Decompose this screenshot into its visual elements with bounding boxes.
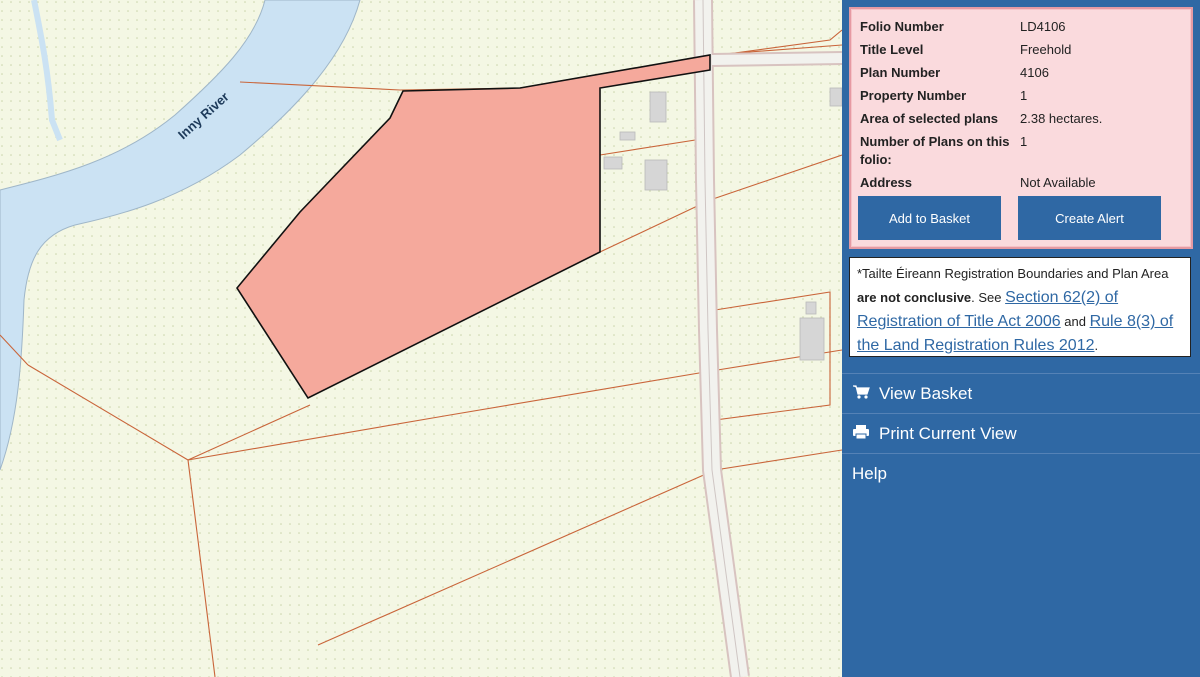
- disclaimer-text-4: .: [1094, 338, 1099, 353]
- disclaimer-bold: are not conclusive: [857, 290, 972, 305]
- folio-info-value: 2.38 hectares.: [1020, 111, 1103, 126]
- folio-info-table: Folio Number LD4106 Title Level Freehold Pla…: [860, 18, 1190, 197]
- folio-info-key: Folio Number: [860, 19, 944, 34]
- folio-info-value: Not Available: [1020, 175, 1096, 190]
- folio-info-row: Folio Number LD4106: [860, 18, 1190, 41]
- folio-info-key: Property Number: [860, 88, 967, 103]
- folio-info-box: Folio Number LD4106 Title Level Freehold Pla…: [849, 7, 1193, 249]
- folio-info-row: Number of Plans on this folio: 1: [860, 133, 1190, 174]
- folio-info-key: Number of Plans on this folio:: [860, 134, 1010, 167]
- folio-info-row: Title Level Freehold: [860, 41, 1190, 64]
- side-panel: Folio Number LD4106 Title Level Freehold Pla…: [842, 0, 1200, 677]
- folio-info-value: 1: [1020, 88, 1028, 103]
- printer-icon: [852, 424, 874, 445]
- view-basket-menu-item[interactable]: View Basket: [842, 373, 1200, 414]
- disclaimer-text: *Tailte Éireann Registration Boundaries …: [857, 266, 1169, 281]
- disclaimer-text-2: . See: [971, 290, 1006, 305]
- folio-info-value: LD4106: [1020, 19, 1066, 34]
- disclaimer-box: *Tailte Éireann Registration Boundaries …: [849, 257, 1191, 357]
- help-menu-item[interactable]: Help: [842, 453, 1200, 494]
- create-alert-button[interactable]: Create Alert: [1018, 196, 1161, 240]
- help-label: Help: [852, 464, 887, 483]
- add-to-basket-button[interactable]: Add to Basket: [858, 196, 1001, 240]
- print-current-view-label: Print Current View: [879, 424, 1017, 443]
- folio-info-row: Area of selected plans 2.38 hectares.: [860, 110, 1190, 133]
- folio-info-key: Title Level: [860, 42, 924, 57]
- shopping-cart-icon: [852, 384, 874, 405]
- folio-info-value: 1: [1020, 134, 1028, 149]
- view-basket-label: View Basket: [879, 384, 973, 403]
- folio-info-value: Freehold: [1020, 42, 1072, 57]
- folio-info-row: Address Not Available: [860, 174, 1190, 197]
- map-canvas[interactable]: Inny River: [0, 0, 842, 677]
- folio-info-value: 4106: [1020, 65, 1049, 80]
- folio-info-row: Property Number 1: [860, 87, 1190, 110]
- folio-info-key: Address: [860, 175, 913, 190]
- print-current-view-menu-item[interactable]: Print Current View: [842, 413, 1200, 454]
- folio-info-key: Plan Number: [860, 65, 941, 80]
- disclaimer-text-3: and: [1060, 314, 1090, 329]
- folio-info-key: Area of selected plans: [860, 111, 998, 126]
- folio-info-row: Plan Number 4106: [860, 64, 1190, 87]
- map-view[interactable]: Inny River: [0, 0, 842, 677]
